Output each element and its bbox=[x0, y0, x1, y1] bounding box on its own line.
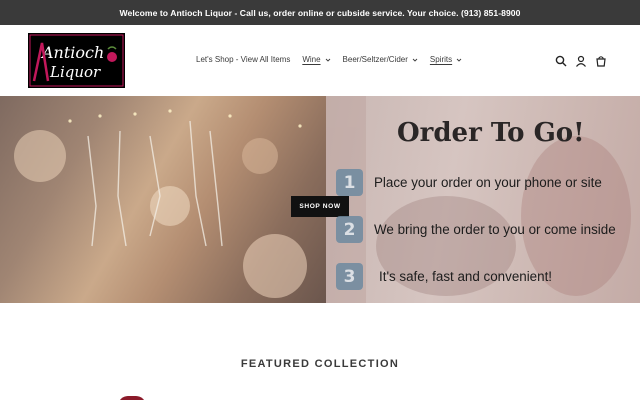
grapes-icon bbox=[107, 52, 117, 62]
site-header: Antioch Liquor Let's Shop - View All Ite… bbox=[0, 25, 640, 96]
main-nav: Let's Shop - View All Items Wine Beer/Se… bbox=[196, 55, 474, 64]
nav-label: Beer/Seltzer/Cider bbox=[342, 55, 408, 64]
featured-collection-heading: FEATURED COLLECTION bbox=[240, 358, 400, 370]
chevron-down-icon bbox=[412, 58, 418, 62]
nav-item-all-items[interactable]: Let's Shop - View All Items bbox=[196, 55, 290, 64]
logo-line-1: Antioch bbox=[40, 43, 104, 62]
nav-item-wine[interactable]: Wine bbox=[302, 55, 330, 64]
header-icons bbox=[554, 54, 614, 68]
step-text: It's safe, fast and convenient! bbox=[379, 269, 553, 284]
logo-line-2: Liquor bbox=[49, 63, 101, 81]
nav-label: Let's Shop - View All Items bbox=[196, 55, 291, 64]
step-number-badge: 3 bbox=[336, 263, 363, 290]
store-logo[interactable]: Antioch Liquor bbox=[28, 33, 125, 88]
logo-graphic: Antioch Liquor bbox=[28, 33, 125, 88]
nav-item-spirits[interactable]: Spirits bbox=[430, 55, 462, 64]
chevron-down-icon bbox=[325, 58, 330, 62]
hero-title: Order To Go! bbox=[397, 118, 585, 148]
hero-photo-friends-toasting bbox=[0, 96, 326, 303]
hero-banner: SHOP NOW Order To Go! 1 Place your order… bbox=[0, 96, 640, 303]
nav-item-beer[interactable]: Beer/Seltzer/Cider bbox=[343, 55, 418, 64]
step-3: 3 It's safe, fast and convenient! bbox=[336, 263, 552, 290]
step-number-badge: 1 bbox=[336, 169, 363, 196]
account-icon[interactable] bbox=[574, 54, 588, 68]
chevron-down-icon bbox=[456, 58, 462, 62]
cart-icon[interactable] bbox=[594, 54, 608, 68]
step-2: 2 We bring the order to you or come insi… bbox=[336, 216, 616, 243]
announcement-bar: Welcome to Antioch Liquor - Call us, ord… bbox=[0, 0, 640, 25]
nav-label: Spirits bbox=[429, 55, 453, 64]
nav-label: Wine bbox=[302, 55, 321, 64]
announcement-text: Welcome to Antioch Liquor - Call us, ord… bbox=[119, 7, 521, 18]
step-text: Place your order on your phone or site bbox=[374, 175, 602, 190]
search-icon[interactable] bbox=[554, 54, 568, 68]
product-image-peek[interactable] bbox=[118, 396, 146, 400]
step-1: 1 Place your order on your phone or site bbox=[336, 169, 602, 196]
step-text: We bring the order to you or come inside bbox=[374, 222, 616, 237]
step-number-badge: 2 bbox=[336, 216, 363, 243]
shop-now-button[interactable]: SHOP NOW bbox=[291, 196, 349, 217]
